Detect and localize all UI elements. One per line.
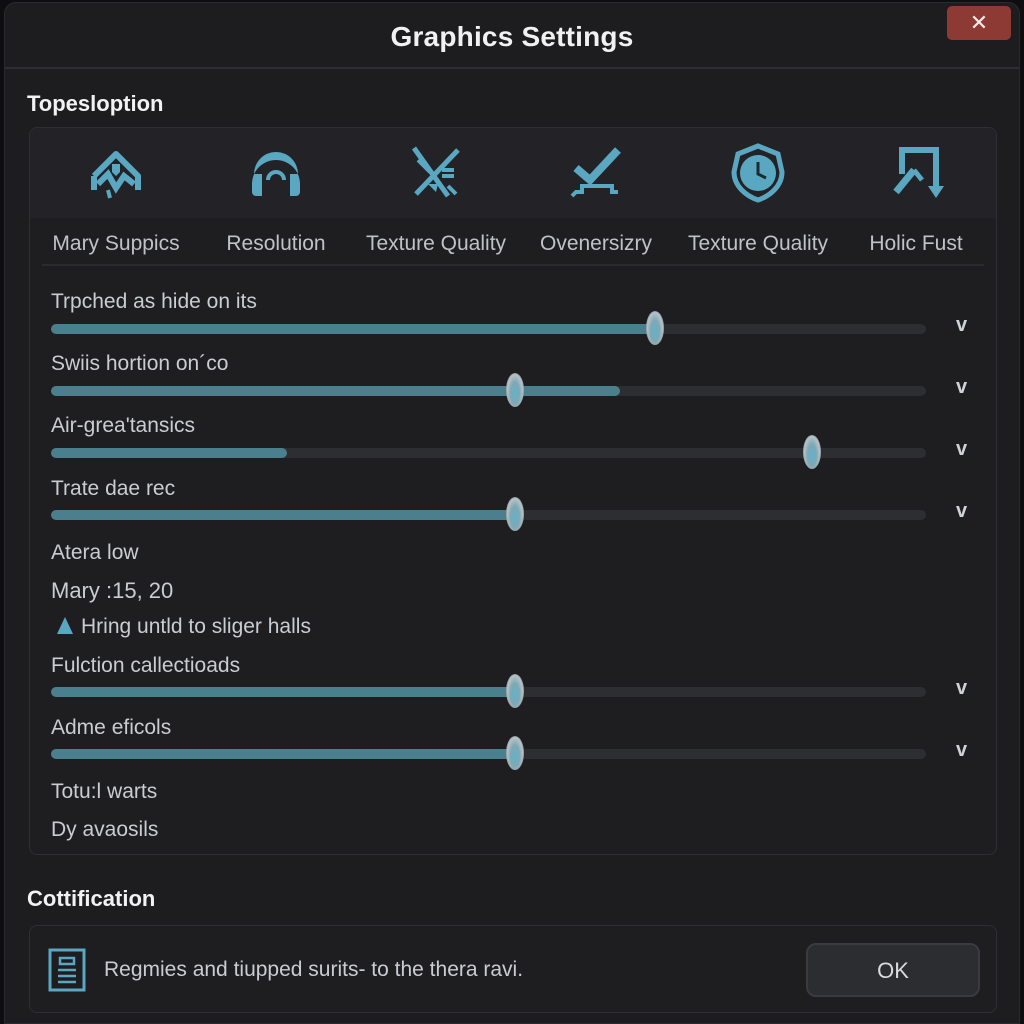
title-bar: Graphics Settings ✕ [5, 3, 1019, 69]
arrow-down-frame-icon [893, 147, 944, 198]
info-date: Mary :15, 20 [51, 578, 174, 603]
tab-resolution[interactable]: Resolution [196, 128, 356, 268]
slider-label: Fulction callectioads [51, 654, 241, 677]
slider[interactable] [51, 311, 926, 345]
options-panel: Mary Suppics Resolution Texture Quality … [29, 127, 997, 855]
slider[interactable] [51, 674, 926, 708]
slider-fill [51, 749, 515, 759]
notification-panel: Regmies and tiupped surits- to the thera… [29, 925, 997, 1013]
tab-label: Resolution [226, 232, 326, 255]
dropdown-chevron-icon[interactable]: v [956, 500, 967, 523]
slider-thumb[interactable] [803, 435, 822, 469]
tab-texture-quality-2[interactable]: Texture Quality [678, 128, 838, 268]
tab-label: Mary Suppics [52, 232, 180, 255]
tab-label: Holic Fust [869, 232, 963, 255]
slider[interactable] [51, 373, 926, 407]
document-icon [48, 948, 86, 992]
tab-mary-suppics[interactable]: Mary Suppics [36, 128, 196, 268]
slider-fill [51, 687, 515, 697]
dropdown-chevron-icon[interactable]: v [956, 314, 967, 337]
notification-message: Regmies and tiupped surits- to the thera… [104, 958, 524, 981]
tab-label: Texture Quality [687, 232, 829, 255]
slider-thumb[interactable] [505, 674, 524, 708]
warning-row: Hring untld to sliger halls [57, 615, 311, 639]
slider[interactable] [51, 736, 926, 770]
slider-label: Adme eficols [51, 716, 172, 739]
window-title: Graphics Settings [390, 21, 634, 52]
tab-texture-quality[interactable]: Texture Quality [356, 128, 516, 268]
dropdown-chevron-icon[interactable]: v [956, 739, 967, 762]
check-platform-icon [570, 147, 621, 198]
tab-label: Texture Quality [365, 232, 507, 255]
ok-button[interactable]: OK [806, 943, 980, 997]
slider-label: Swiis hortion on´co [51, 352, 229, 375]
texture-off-icon [411, 146, 460, 198]
tab-holic-fust[interactable]: Holic Fust [836, 128, 996, 268]
slider-fill [51, 324, 655, 334]
slider-thumb[interactable] [505, 736, 524, 770]
slider-thumb[interactable] [505, 497, 524, 531]
shield-clock-icon [731, 143, 785, 203]
slider-fill [51, 510, 515, 520]
slider[interactable] [51, 497, 926, 531]
footer-line: Totu:l warts [51, 780, 158, 803]
tab-ovenersizry[interactable]: Ovenersizry [516, 128, 676, 268]
headset-icon [252, 152, 300, 196]
slider-label: Trpched as hide on its [51, 290, 257, 313]
close-button[interactable]: ✕ [947, 6, 1011, 40]
notification-heading: Cottification [27, 886, 156, 911]
info-line: Atera low [51, 541, 139, 564]
dropdown-chevron-icon[interactable]: v [956, 677, 967, 700]
house-chart-icon [91, 151, 141, 199]
divider [42, 264, 984, 266]
slider[interactable] [51, 435, 926, 469]
footer-line: Dy avaosils [51, 818, 159, 841]
dropdown-chevron-icon[interactable]: v [956, 376, 967, 399]
dropdown-chevron-icon[interactable]: v [956, 438, 967, 461]
graphics-settings-window: Graphics Settings ✕ Topesloption Mary Su… [4, 2, 1020, 1024]
tab-label: Ovenersizry [539, 232, 653, 255]
slider-thumb[interactable] [505, 373, 524, 407]
slider-label: Trate dae rec [51, 477, 176, 500]
slider-label: Air-grea'tansics [51, 414, 196, 437]
options-heading: Topesloption [27, 91, 164, 116]
slider-fill [51, 448, 288, 458]
warning-text: Hring untld to sliger halls [81, 615, 311, 638]
slider-fill [51, 386, 620, 396]
slider-thumb[interactable] [645, 311, 664, 345]
warning-icon [57, 617, 73, 634]
